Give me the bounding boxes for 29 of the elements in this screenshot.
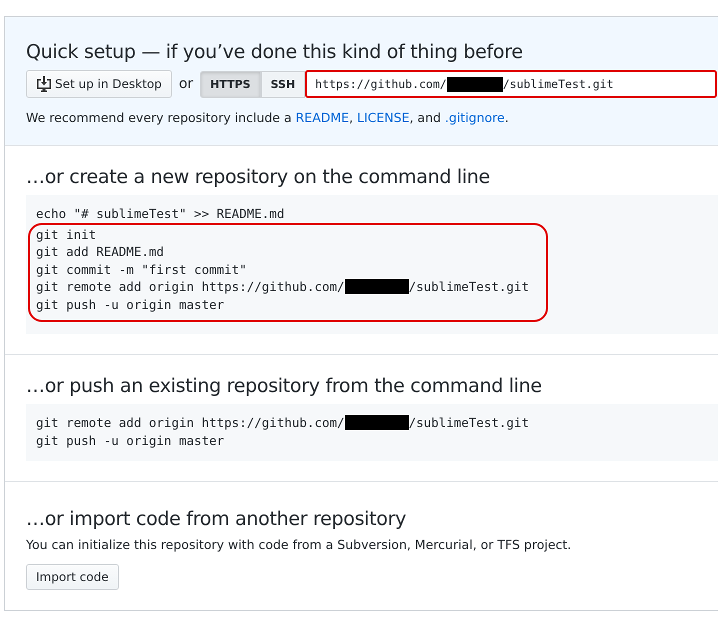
code-line: /sublimeTest.git	[408, 414, 529, 432]
protocol-tab[interactable]: SSH	[260, 70, 306, 98]
code-line: git init	[36, 226, 96, 243]
redaction-mark	[446, 76, 503, 92]
url-text: https://github.com/	[315, 77, 447, 91]
code-line: git push -u origin master	[36, 432, 224, 449]
code-line: git remote add origin https://github.com/	[36, 278, 345, 296]
section-title: …or create a new repository on the command line	[26, 166, 491, 188]
import-code-button[interactable]: Import code	[26, 564, 119, 590]
section-title: …or import code from another repository	[26, 508, 408, 530]
code-line: /sublimeTest.git	[408, 278, 529, 296]
url-text: /sublimeTest.git	[502, 77, 614, 91]
link[interactable]: LICENSE	[357, 110, 410, 125]
url-field[interactable]: https://github.com/ /sublimeTest.git	[305, 70, 717, 98]
code-line: git commit -m "first commit"	[36, 260, 247, 278]
desktop-button[interactable]: Set up in Desktop	[26, 70, 172, 98]
link[interactable]: README	[296, 110, 350, 125]
code-line: git push -u origin master	[36, 296, 224, 313]
or-label: or	[178, 76, 194, 92]
code-line: git add README.md	[36, 243, 164, 260]
link[interactable]: .gitignore	[444, 110, 505, 125]
desktop-download-icon	[36, 76, 52, 92]
description-text: You can initialize this repository with code from a Subversion, Mercurial, or TFS project.	[26, 537, 572, 552]
recommendation-text: We recommend every repository include a README, LICENSE, and .gitignore.	[26, 110, 510, 125]
code-line: git remote add origin https://github.com/	[36, 414, 345, 432]
protocol-tab[interactable]: HTTPS	[200, 70, 261, 98]
section-title: …or push an existing repository from the command line	[26, 375, 543, 397]
section-title: Quick setup — if you’ve done this kind of thing before	[26, 41, 524, 63]
code-line: echo "# sublimeTest" >> README.md	[36, 205, 284, 222]
